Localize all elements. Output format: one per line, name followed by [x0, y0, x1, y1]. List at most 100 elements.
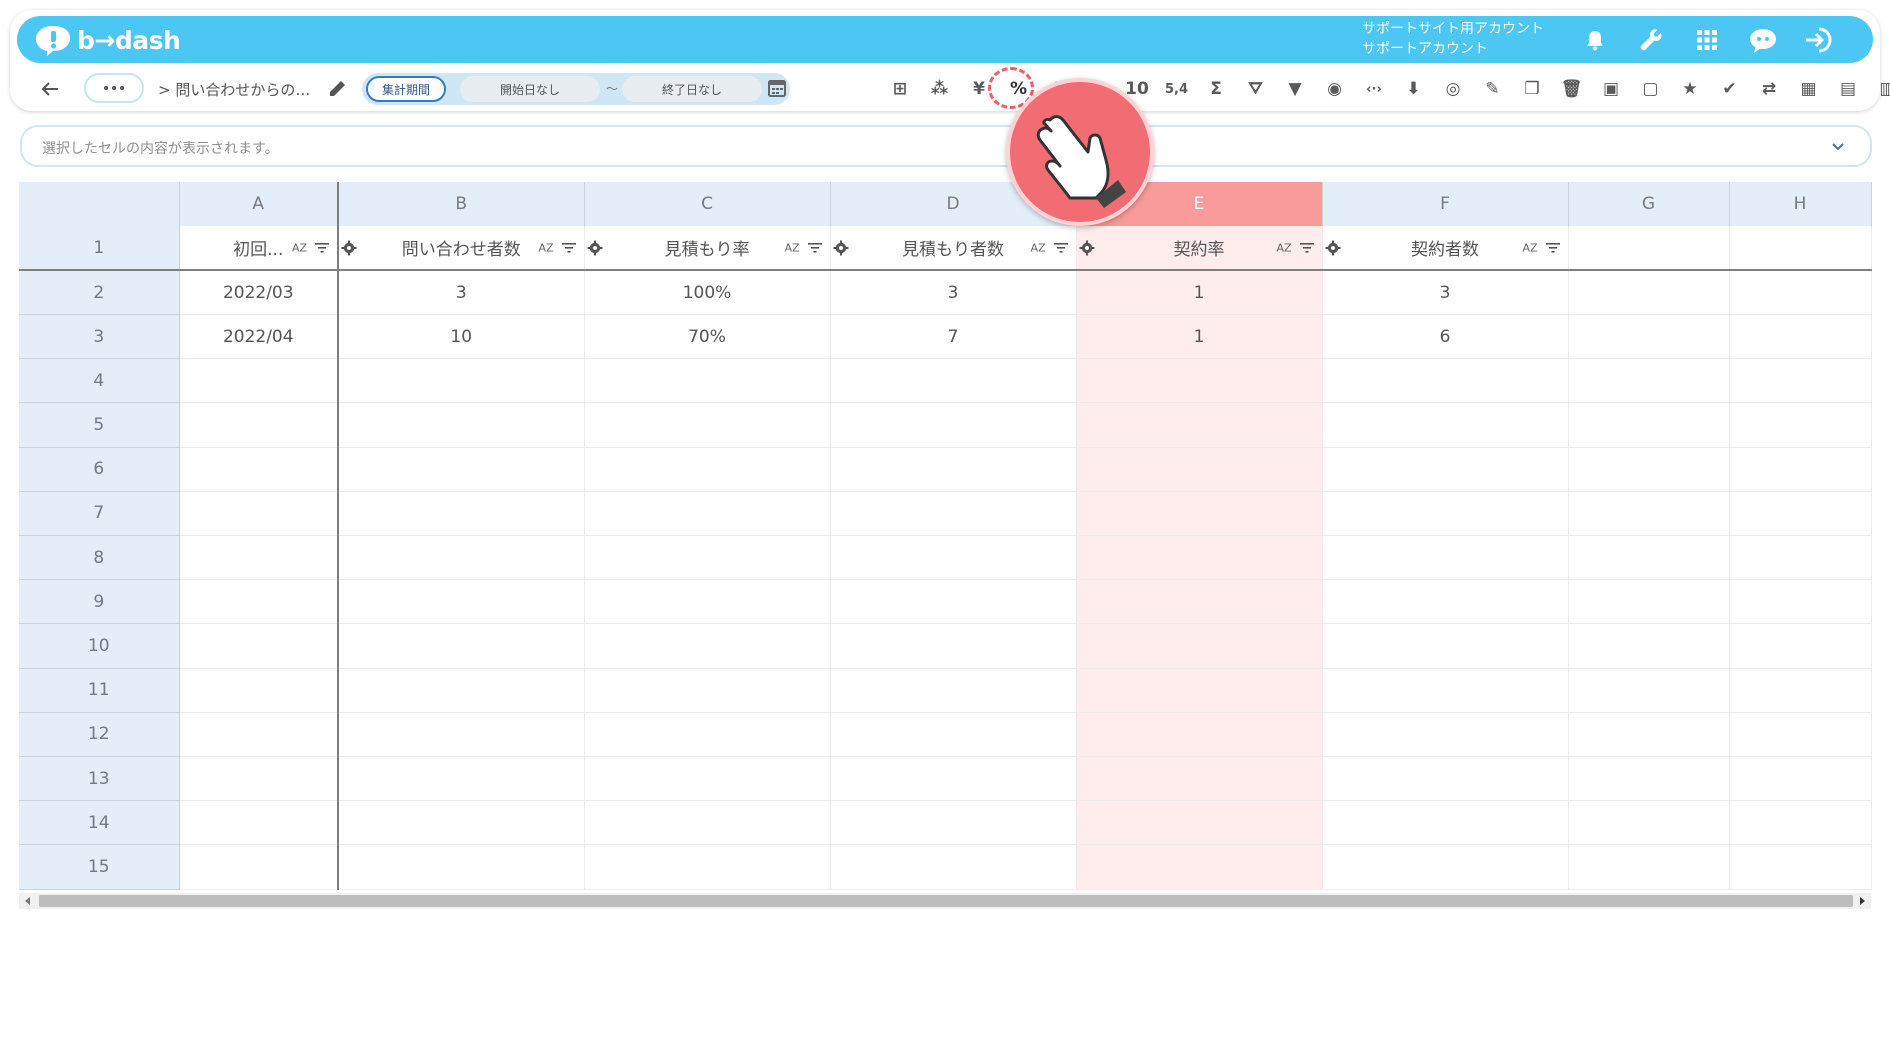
grid-cell[interactable]	[338, 491, 585, 537]
grid-cell[interactable]	[1076, 712, 1323, 757]
grid-cell[interactable]	[1076, 447, 1323, 492]
grid-cell[interactable]	[1568, 844, 1730, 890]
grid-cell[interactable]	[1729, 358, 1872, 404]
grid-cell[interactable]	[338, 579, 585, 625]
column-header-h[interactable]: H	[1729, 182, 1872, 227]
wrench-icon[interactable]	[1633, 22, 1669, 58]
grid-cell[interactable]	[338, 668, 585, 713]
grid-cell[interactable]	[584, 579, 831, 625]
gear-icon[interactable]	[1325, 240, 1341, 256]
grid-cell[interactable]	[1568, 535, 1730, 581]
grid-cell[interactable]	[1076, 579, 1323, 625]
document-icon[interactable]: ▤	[1834, 76, 1862, 102]
grid-cell[interactable]	[830, 579, 1077, 625]
grid-cell[interactable]	[1076, 491, 1323, 537]
row-number[interactable]: 13	[19, 756, 180, 802]
grid-cell[interactable]	[1729, 844, 1872, 890]
grid-cell[interactable]	[179, 623, 339, 669]
clipboard-icon[interactable]: ▥	[1874, 76, 1890, 102]
grid-cell[interactable]	[584, 712, 831, 757]
grid-cell[interactable]	[584, 844, 831, 890]
grid-cell[interactable]	[1076, 800, 1323, 846]
start-date-field[interactable]: 開始日なし	[460, 76, 600, 102]
row-number[interactable]: 9	[19, 579, 180, 625]
grid-cell[interactable]	[338, 535, 585, 581]
grid-cell[interactable]	[584, 535, 831, 581]
sort-az-icon[interactable]: AZ	[784, 241, 799, 254]
grid-cell[interactable]	[1568, 314, 1730, 360]
period-label-button[interactable]: 集計期間	[366, 76, 446, 102]
grid-cell[interactable]	[1076, 535, 1323, 581]
column-header-a[interactable]: A	[179, 182, 339, 227]
chart-icon[interactable]: ◎	[1439, 76, 1467, 102]
edit-note-icon[interactable]: ✎	[1479, 76, 1507, 102]
grid-cell[interactable]: 10	[338, 314, 585, 360]
corner-cell[interactable]	[19, 182, 180, 227]
filter-lines-icon[interactable]	[1053, 242, 1068, 254]
grid-cell[interactable]	[1322, 491, 1569, 537]
sort-az-icon[interactable]: AZ	[1522, 241, 1537, 254]
column-header-c[interactable]: C	[584, 182, 831, 227]
grid-cell[interactable]	[584, 668, 831, 713]
grid-cell[interactable]: 3	[830, 270, 1077, 316]
row-number[interactable]: 5	[19, 402, 180, 448]
scroll-right-icon[interactable]	[1857, 896, 1867, 906]
scrollbar-thumb[interactable]	[39, 895, 1853, 907]
row-number[interactable]: 10	[19, 623, 180, 669]
row-number[interactable]: 1	[19, 226, 180, 272]
grid-cell[interactable]	[830, 844, 1077, 890]
grid-cell[interactable]	[338, 358, 585, 404]
calendar-picker-icon[interactable]	[766, 77, 788, 99]
grid-cell[interactable]: 1	[1076, 314, 1323, 360]
breadcrumb[interactable]: > 問い合わせからの…	[158, 79, 310, 100]
grid-cell[interactable]	[338, 800, 585, 846]
column-header-f[interactable]: F	[1322, 182, 1569, 227]
grid-cell[interactable]	[338, 447, 585, 492]
grid-cell[interactable]	[1729, 314, 1872, 360]
row-number[interactable]: 2	[19, 270, 180, 316]
grid-cell[interactable]	[1568, 358, 1730, 404]
end-date-field[interactable]: 終了日なし	[622, 76, 762, 102]
row-number[interactable]: 4	[19, 358, 180, 404]
grid-cell[interactable]	[1322, 844, 1569, 890]
back-arrow-icon[interactable]	[38, 77, 62, 101]
grid-cell[interactable]	[830, 712, 1077, 757]
star-icon[interactable]: ★	[1676, 76, 1704, 102]
grid-cell[interactable]	[584, 358, 831, 404]
pencil-icon[interactable]	[326, 76, 350, 100]
sort-az-icon[interactable]: AZ	[1030, 241, 1045, 254]
column-header-b[interactable]: B	[338, 182, 585, 227]
chat-bot-icon[interactable]	[1745, 22, 1781, 58]
grid-cell[interactable]	[179, 800, 339, 846]
user-check-icon[interactable]: ✔	[1716, 76, 1744, 102]
grid-cell[interactable]	[338, 623, 585, 669]
row-number[interactable]: 15	[19, 844, 180, 890]
grid-cell[interactable]	[179, 844, 339, 890]
grid-cell[interactable]	[179, 579, 339, 625]
grid-cell[interactable]	[338, 844, 585, 890]
grid-cell[interactable]	[1322, 579, 1569, 625]
grid-cell[interactable]	[1322, 447, 1569, 492]
more-options-button[interactable]	[84, 73, 144, 103]
grid-cell[interactable]	[830, 491, 1077, 537]
gear-icon[interactable]	[587, 240, 603, 256]
grid-cell[interactable]	[179, 402, 339, 448]
grid-cell[interactable]	[1322, 402, 1569, 448]
grid-cell[interactable]	[179, 358, 339, 404]
grid-cell[interactable]	[1076, 844, 1323, 890]
column-header-g[interactable]: G	[1568, 182, 1730, 227]
grid-cell[interactable]	[1076, 402, 1323, 448]
table-layout-icon[interactable]: ⊞	[886, 76, 914, 102]
filter-lines-icon[interactable]	[1545, 242, 1560, 254]
chevron-down-icon[interactable]	[1830, 139, 1846, 155]
grid-cell[interactable]	[1729, 623, 1872, 669]
grid-cell[interactable]: 1	[1076, 270, 1323, 316]
grid-cell[interactable]	[1076, 668, 1323, 713]
grid-cell[interactable]	[584, 623, 831, 669]
grid-cell[interactable]	[584, 800, 831, 846]
grid-cell[interactable]	[1729, 270, 1872, 316]
grid-cell[interactable]	[830, 756, 1077, 802]
unarchive-icon[interactable]: ▢	[1637, 76, 1665, 102]
row-number[interactable]: 6	[19, 447, 180, 492]
grid-cell[interactable]	[830, 447, 1077, 492]
